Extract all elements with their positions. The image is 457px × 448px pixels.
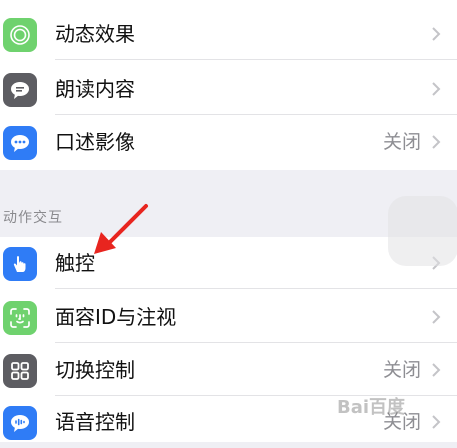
row-switch-control[interactable]: 切换控制 关闭 — [0, 344, 457, 396]
chevron-right-icon — [432, 363, 441, 377]
section-header: 动作交互 — [3, 210, 63, 226]
row-label: 切换控制 — [55, 358, 135, 382]
chevron-right-icon — [432, 135, 441, 149]
assistive-touch-button[interactable] — [388, 196, 457, 266]
face-id-icon — [3, 301, 37, 335]
divider — [55, 114, 457, 115]
hand-touch-icon — [3, 247, 37, 281]
chevron-right-icon — [432, 27, 441, 41]
motion-icon — [3, 18, 37, 52]
row-spoken-content[interactable]: 朗读内容 — [0, 63, 457, 115]
row-label: 朗读内容 — [55, 77, 135, 101]
chevron-right-icon — [432, 310, 441, 324]
row-motion[interactable]: 动态效果 — [0, 8, 457, 60]
row-audio-descriptions[interactable]: 口述影像 关闭 — [0, 116, 457, 168]
switch-control-icon — [3, 354, 37, 388]
row-label: 面容ID与注视 — [55, 305, 177, 329]
row-label: 触控 — [55, 251, 95, 275]
row-label: 动态效果 — [55, 22, 135, 46]
row-value: 关闭 — [382, 359, 421, 381]
voice-control-icon — [3, 406, 37, 440]
row-label: 语音控制 — [55, 410, 135, 434]
divider — [55, 59, 457, 60]
speech-bubble-icon — [3, 73, 37, 107]
chevron-right-icon — [432, 415, 441, 429]
watermark-logo: Bai百度 — [337, 397, 406, 418]
row-label: 口述影像 — [55, 130, 135, 154]
divider — [55, 288, 457, 289]
chevron-right-icon — [432, 82, 441, 96]
divider — [55, 342, 457, 343]
row-face-id-attention[interactable]: 面容ID与注视 — [0, 291, 457, 343]
annotation-arrow-icon — [94, 204, 148, 254]
row-value: 关闭 — [382, 131, 421, 153]
audio-description-icon — [3, 126, 37, 160]
